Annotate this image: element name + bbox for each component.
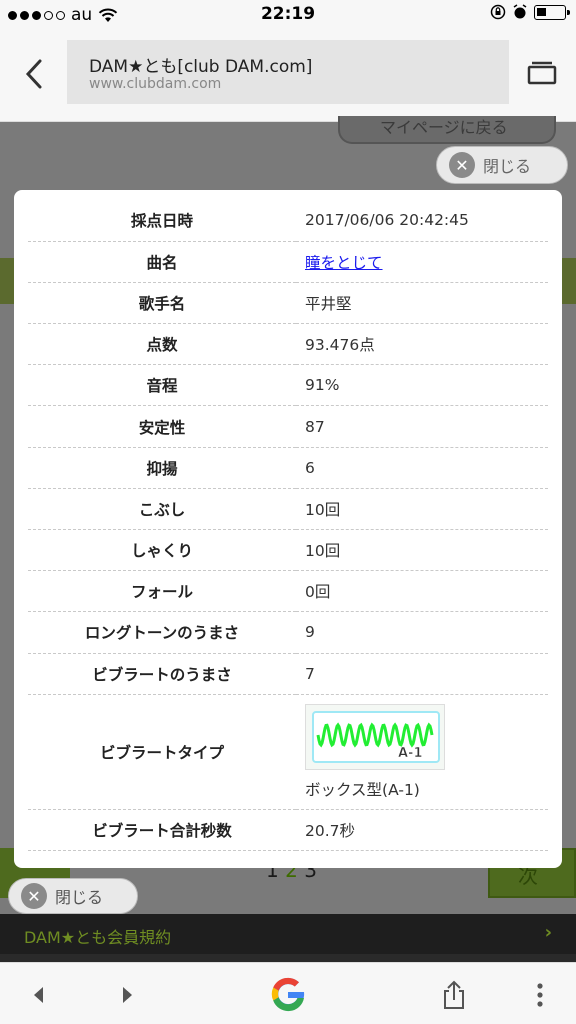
browser-back-icon[interactable] [20, 977, 56, 1013]
score-row-label: ビブラートタイプ [28, 694, 296, 810]
close-icon: ✕ [449, 152, 475, 178]
score-row-value: 平井堅 [296, 282, 548, 325]
score-row-value: 10回 [296, 488, 548, 531]
score-row-label: しゃくり [28, 529, 296, 572]
browser-forward-icon[interactable] [110, 977, 146, 1013]
status-bar: au 22:19 [0, 0, 576, 30]
page-domain: www.clubdam.com [89, 76, 222, 92]
score-row-label: 安定性 [28, 405, 296, 448]
vibrato-wave-icon: A-1 [316, 722, 434, 761]
score-detail-modal: 採点日時 2017/06/06 20:42:45 曲名 瞳をとじて 歌手名 平井堅 点数 93… [14, 190, 562, 868]
song-title-link[interactable]: 瞳をとじて [305, 254, 383, 272]
rotation-lock-icon [490, 4, 506, 20]
score-row-label: 抑揚 [28, 447, 296, 489]
score-row-value: 10回 [296, 529, 548, 572]
terms-label: DAM★とも会員規約 [24, 928, 172, 947]
close-button-top[interactable]: ✕ 閉じる [436, 146, 568, 184]
score-row-label: 音程 [28, 364, 296, 407]
close-icon: ✕ [21, 883, 47, 909]
score-row: フォール 0回 [28, 570, 548, 613]
score-row-label: フォール [28, 570, 296, 613]
chevron-right-icon: › [544, 922, 552, 943]
close-label: 閉じる [483, 157, 532, 176]
score-row-label: 歌手名 [28, 282, 296, 325]
vibrato-type-row: ビブラートタイプ A-1 ボックス型(A-1) [28, 694, 548, 810]
status-right [490, 4, 570, 20]
vibrato-wave-frame: A-1 [312, 710, 440, 763]
score-row-label: ビブラートのうまさ [28, 653, 296, 695]
close-button-bottom[interactable]: ✕ 閉じる [8, 878, 138, 914]
score-row-value: 93.476点 [296, 323, 548, 366]
score-row-value: 6 [296, 447, 548, 489]
score-row-label: ロングトーンのうまさ [28, 611, 296, 654]
tabs-icon[interactable] [526, 58, 558, 88]
score-row: こぶし 10回 [28, 488, 548, 531]
more-menu-icon[interactable] [522, 977, 558, 1013]
address-bar[interactable]: DAM★とも[club DAM.com] www.clubdam.com [67, 40, 509, 104]
score-row: 点数 93.476点 [28, 323, 548, 366]
score-row-label: 点数 [28, 323, 296, 366]
score-row-value: 0回 [296, 570, 548, 613]
score-row-label: ビブラート合計秒数 [28, 809, 296, 851]
song-title-cell: 瞳をとじて [296, 241, 548, 283]
score-row-value: 87 [296, 405, 548, 448]
list-header-right [562, 258, 576, 304]
score-row: ロングトーンのうまさ 9 [28, 611, 548, 654]
score-row-value: 91% [296, 364, 548, 407]
vibrato-type-label: ボックス型(A-1) [305, 780, 420, 799]
vibrato-code-label: A-1 [398, 746, 423, 761]
score-row: 抑揚 6 [28, 447, 548, 489]
score-row-value: 2017/06/06 20:42:45 [296, 200, 548, 242]
score-row: 音程 91% [28, 364, 548, 407]
score-row-value: 20.7秒 [296, 809, 548, 851]
list-header-left [0, 258, 14, 304]
alarm-icon [513, 4, 527, 19]
score-row-label: 曲名 [28, 241, 296, 283]
score-row-value: 7 [296, 653, 548, 695]
back-chevron-icon[interactable] [20, 56, 50, 92]
score-table-body: 採点日時 2017/06/06 20:42:45 曲名 瞳をとじて 歌手名 平井堅 点数 93… [28, 200, 548, 851]
vibrato-wave-image: A-1 [305, 703, 445, 770]
share-icon[interactable] [436, 977, 472, 1013]
bottom-toolbar [0, 962, 576, 1024]
battery-icon [534, 4, 570, 20]
vibrato-total-row: ビブラート合計秒数 20.7秒 [28, 809, 548, 851]
score-row-label: こぶし [28, 488, 296, 531]
score-row-value: 9 [296, 611, 548, 654]
close-label: 閉じる [55, 888, 104, 907]
score-row: 採点日時 2017/06/06 20:42:45 [28, 200, 548, 242]
score-row: ビブラートのうまさ 7 [28, 653, 548, 695]
google-logo-icon[interactable] [264, 970, 312, 1018]
score-row: 歌手名 平井堅 [28, 282, 548, 325]
score-row: 安定性 87 [28, 405, 548, 448]
browser-toolbar: DAM★とも[club DAM.com] www.clubdam.com [0, 30, 576, 122]
vibrato-type-value: A-1 ボックス型(A-1) [296, 694, 548, 810]
score-row: しゃくり 10回 [28, 529, 548, 572]
page-title: DAM★とも[club DAM.com] [89, 57, 313, 77]
score-table: 採点日時 2017/06/06 20:42:45 曲名 瞳をとじて 歌手名 平井堅 点数 93… [28, 200, 548, 851]
terms-link[interactable]: DAM★とも会員規約 › [0, 914, 576, 954]
score-row: 曲名 瞳をとじて [28, 241, 548, 283]
mypage-button[interactable]: マイページに戻る [338, 116, 556, 144]
score-row-label: 採点日時 [28, 200, 296, 242]
